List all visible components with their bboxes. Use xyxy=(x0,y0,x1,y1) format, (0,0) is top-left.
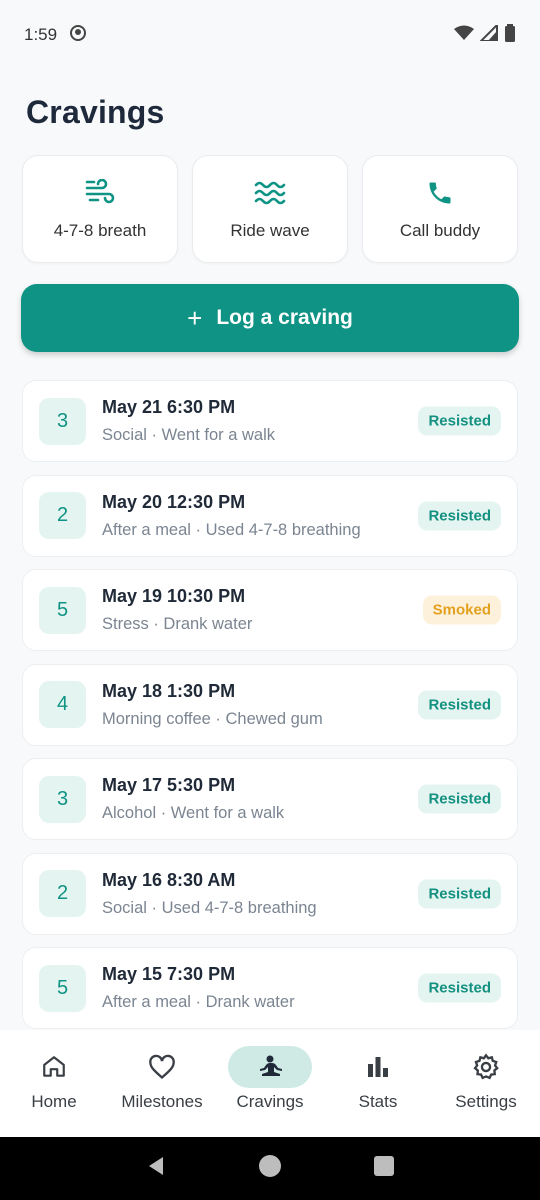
list-item[interactable]: 4 May 18 1:30 PM Morning coffee · Chewed… xyxy=(22,663,518,746)
intensity-badge: 2 xyxy=(39,870,86,917)
intensity-badge: 3 xyxy=(39,775,86,823)
heart-icon xyxy=(120,1046,204,1088)
status-badge: Resisted xyxy=(418,501,501,530)
intensity-badge: 5 xyxy=(39,586,86,634)
list-item[interactable]: 3 May 17 5:30 PM Alcohol · Went for a wa… xyxy=(22,758,518,840)
craving-list: 3 May 21 6:30 PM Social · Went for a wal… xyxy=(22,380,518,1042)
tool-label: Call buddy xyxy=(399,221,481,240)
waves-icon xyxy=(254,177,286,209)
intensity-badge: 5 xyxy=(39,964,86,1012)
status-badge: Resisted xyxy=(418,690,501,719)
list-item[interactable]: 2 May 20 12:30 PM After a meal · Used 4-… xyxy=(22,474,518,557)
nav-label: Settings xyxy=(455,1092,517,1111)
intensity-badge: 2 xyxy=(39,492,86,539)
home-icon xyxy=(12,1046,96,1088)
log-craving-label: Log a craving xyxy=(216,306,353,329)
status-badge: Smoked xyxy=(422,595,501,625)
bottom-navigation: Home Milestones Cravings Stats Settings xyxy=(0,1030,540,1137)
nav-item-stats[interactable]: Stats xyxy=(324,1030,432,1137)
status-time: 1:59 xyxy=(24,25,58,44)
nav-label: Milestones xyxy=(121,1092,203,1111)
list-item[interactable]: 5 May 19 10:30 PM Stress · Drank water S… xyxy=(22,569,518,651)
log-craving-button[interactable]: + Log a craving xyxy=(21,284,519,352)
list-item[interactable]: 5 May 15 7:30 PM After a meal · Drank wa… xyxy=(22,947,518,1029)
page-title: Cravings xyxy=(26,94,165,130)
tool-label: 4-7-8 breath xyxy=(53,221,147,240)
tool-ride-wave-button[interactable]: Ride wave xyxy=(192,155,348,263)
system-navigation-bar xyxy=(0,1137,540,1200)
intensity-badge: 4 xyxy=(39,681,86,728)
nav-item-milestones[interactable]: Milestones xyxy=(108,1030,216,1137)
recents-icon[interactable] xyxy=(373,1155,395,1182)
home-circle-icon[interactable] xyxy=(258,1154,282,1183)
nav-item-settings[interactable]: Settings xyxy=(432,1030,540,1137)
quick-tools: 4-7-8 breath Ride wave Call buddy xyxy=(22,155,518,263)
wind-icon xyxy=(84,177,116,209)
meditation-icon xyxy=(228,1046,312,1088)
intensity-badge: 3 xyxy=(39,397,86,445)
nav-label: Stats xyxy=(358,1092,398,1111)
tool-call-buddy-button[interactable]: Call buddy xyxy=(362,155,518,263)
nav-item-home[interactable]: Home xyxy=(0,1030,108,1137)
gear-icon xyxy=(444,1046,528,1088)
list-item[interactable]: 3 May 21 6:30 PM Social · Went for a wal… xyxy=(22,380,518,462)
notification-icon xyxy=(69,24,87,47)
nav-item-cravings[interactable]: Cravings xyxy=(216,1030,324,1137)
nav-label: Cravings xyxy=(236,1092,304,1111)
status-badge: Resisted xyxy=(418,879,501,908)
signal-icon xyxy=(478,22,498,46)
nav-label: Home xyxy=(31,1092,77,1111)
battery-icon xyxy=(504,23,516,47)
tool-breath-button[interactable]: 4-7-8 breath xyxy=(22,155,178,263)
list-item[interactable]: 2 May 16 8:30 AM Social · Used 4-7-8 bre… xyxy=(22,852,518,935)
status-badge: Resisted xyxy=(418,973,501,1003)
plus-icon: + xyxy=(187,303,203,333)
back-icon[interactable] xyxy=(145,1155,167,1182)
status-badge: Resisted xyxy=(418,784,501,814)
tool-label: Ride wave xyxy=(230,221,310,240)
phone-icon xyxy=(424,177,456,209)
status-bar: 1:59 xyxy=(0,0,540,70)
bar-chart-icon xyxy=(336,1046,420,1088)
status-badge: Resisted xyxy=(418,406,501,436)
wifi-icon xyxy=(454,25,474,46)
